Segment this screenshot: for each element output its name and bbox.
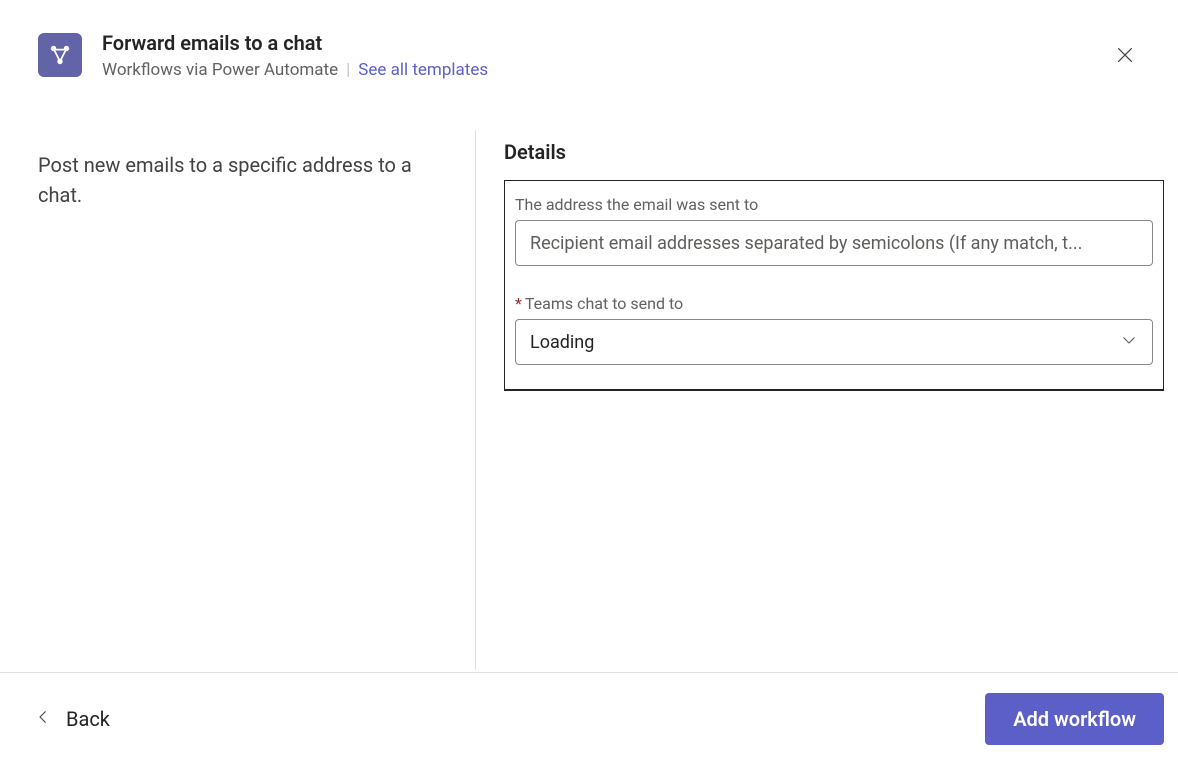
chevron-down-icon [1120, 331, 1138, 354]
workflow-description: Post new emails to a specific address to… [38, 150, 435, 210]
dialog-title: Forward emails to a chat [102, 30, 1110, 56]
dialog-footer: Back Add workflow [0, 672, 1178, 764]
field-label-address: The address the email was sent to [515, 195, 1153, 214]
subtitle-text: Workflows via Power Automate [102, 60, 338, 80]
field-recipient-address: The address the email was sent to [505, 195, 1163, 266]
fields-container: The address the email was sent to *Teams… [504, 180, 1164, 391]
chevron-left-icon [34, 707, 52, 731]
left-panel: Post new emails to a specific address to… [0, 130, 475, 724]
main-content: Post new emails to a specific address to… [0, 130, 1178, 724]
subtitle-row: Workflows via Power Automate | See all t… [102, 60, 1110, 80]
workflow-icon [38, 33, 82, 77]
required-asterisk: * [515, 294, 522, 313]
teams-chat-value: Loading [530, 332, 594, 353]
field-label-chat-text: Teams chat to send to [525, 294, 683, 313]
right-panel: Details The address the email was sent t… [476, 130, 1178, 724]
field-label-chat: *Teams chat to send to [515, 294, 1153, 313]
teams-chat-select[interactable]: Loading [515, 319, 1153, 365]
see-all-templates-link[interactable]: See all templates [358, 60, 488, 80]
back-label: Back [66, 707, 110, 731]
details-heading: Details [504, 140, 1164, 164]
close-icon [1114, 51, 1136, 70]
back-button[interactable]: Back [26, 699, 118, 739]
dialog-header: Forward emails to a chat Workflows via P… [0, 0, 1178, 80]
add-workflow-button[interactable]: Add workflow [985, 693, 1164, 745]
header-text-block: Forward emails to a chat Workflows via P… [102, 30, 1110, 80]
divider-pipe: | [346, 60, 350, 80]
field-teams-chat: *Teams chat to send to Loading [505, 294, 1163, 365]
close-button[interactable] [1110, 40, 1140, 74]
recipient-address-input[interactable] [515, 220, 1153, 266]
